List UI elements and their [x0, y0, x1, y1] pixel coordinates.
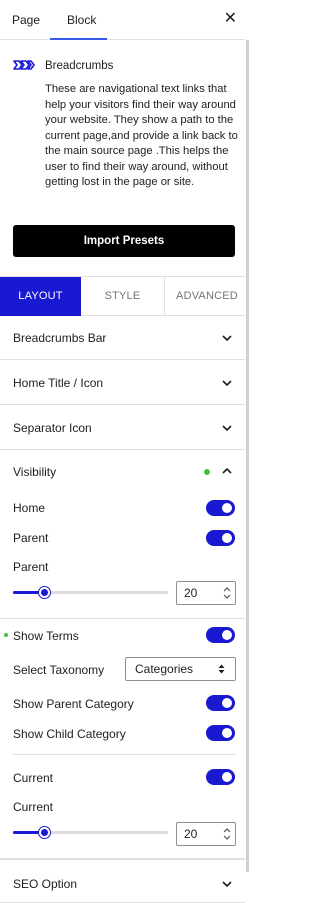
current-label: Current: [13, 771, 54, 785]
current-range-slider[interactable]: [13, 827, 168, 838]
show-parent-category-toggle[interactable]: [206, 695, 235, 711]
parent-label: Parent: [13, 531, 49, 545]
home-toggle[interactable]: [206, 500, 235, 516]
modified-indicator-dot: [4, 633, 8, 637]
parent-range-slider[interactable]: [13, 587, 168, 598]
chevron-up-icon[interactable]: [222, 466, 232, 476]
breadcrumbs-icon: [13, 60, 35, 70]
home-label: Home: [13, 501, 46, 515]
divider: [13, 754, 236, 755]
current-slider-label: Current: [13, 800, 54, 814]
panel-home-title-icon[interactable]: Home Title / Icon: [0, 360, 249, 405]
show-terms-label: Show Terms: [13, 629, 79, 643]
show-parent-category-label: Show Parent Category: [13, 697, 134, 711]
spinner-icon[interactable]: [222, 826, 232, 842]
panel-seo-option[interactable]: SEO Option: [0, 859, 249, 903]
divider: [0, 618, 249, 619]
panel-breadcrumbs-bar[interactable]: Breadcrumbs Bar: [0, 316, 249, 360]
parent-number-input[interactable]: 20: [176, 581, 236, 605]
panel-title: SEO Option: [13, 877, 78, 891]
modified-indicator-dot: [204, 469, 210, 475]
tab-layout[interactable]: LAYOUT: [0, 277, 81, 316]
parent-slider-label: Parent: [13, 560, 49, 574]
import-presets-button[interactable]: Import Presets: [13, 225, 235, 257]
select-arrows-icon: [218, 664, 225, 674]
taxonomy-selected-value: Categories: [135, 662, 194, 676]
block-description: These are navigational text links that h…: [45, 83, 238, 188]
spinner-icon[interactable]: [222, 585, 232, 601]
show-child-category-toggle[interactable]: [206, 725, 235, 741]
chevron-down-icon: [222, 881, 232, 888]
panel-separator-icon[interactable]: Separator Icon: [0, 405, 249, 450]
tab-page[interactable]: Page: [12, 0, 40, 40]
taxonomy-select[interactable]: Categories: [125, 657, 236, 681]
tab-block[interactable]: Block: [67, 0, 96, 40]
select-taxonomy-label: Select Taxonomy: [13, 663, 105, 677]
slider-handle[interactable]: [39, 827, 50, 838]
panel-title: Separator Icon: [13, 421, 92, 435]
current-toggle[interactable]: [206, 769, 235, 785]
close-icon[interactable]: ✕: [224, 11, 237, 27]
panel-title: Breadcrumbs Bar: [13, 331, 107, 345]
chevron-down-icon: [222, 335, 232, 342]
panel-title[interactable]: Visibility: [13, 465, 56, 479]
scrollbar-thumb[interactable]: [246, 40, 249, 872]
sidebar-header: Page Block ✕: [0, 0, 249, 40]
panel-title: Home Title / Icon: [13, 376, 104, 390]
chevron-down-icon: [222, 380, 232, 387]
show-child-category-label: Show Child Category: [13, 727, 126, 741]
settings-tabs: LAYOUT STYLE ADVANCED: [0, 276, 249, 316]
chevron-down-icon: [222, 425, 232, 432]
parent-number-value: 20: [184, 586, 198, 600]
current-number-input[interactable]: 20: [176, 822, 236, 846]
show-terms-toggle[interactable]: [206, 627, 235, 643]
scrollbar[interactable]: [245, 0, 249, 903]
tab-style[interactable]: STYLE: [81, 277, 165, 316]
parent-toggle[interactable]: [206, 530, 235, 546]
tab-advanced[interactable]: ADVANCED: [165, 277, 249, 316]
active-tab-indicator: [50, 38, 107, 40]
block-name: Breadcrumbs: [45, 60, 114, 72]
panel-visibility: Visibility Home Parent Parent 20: [0, 450, 249, 859]
current-number-value: 20: [184, 827, 198, 841]
slider-handle[interactable]: [39, 587, 50, 598]
